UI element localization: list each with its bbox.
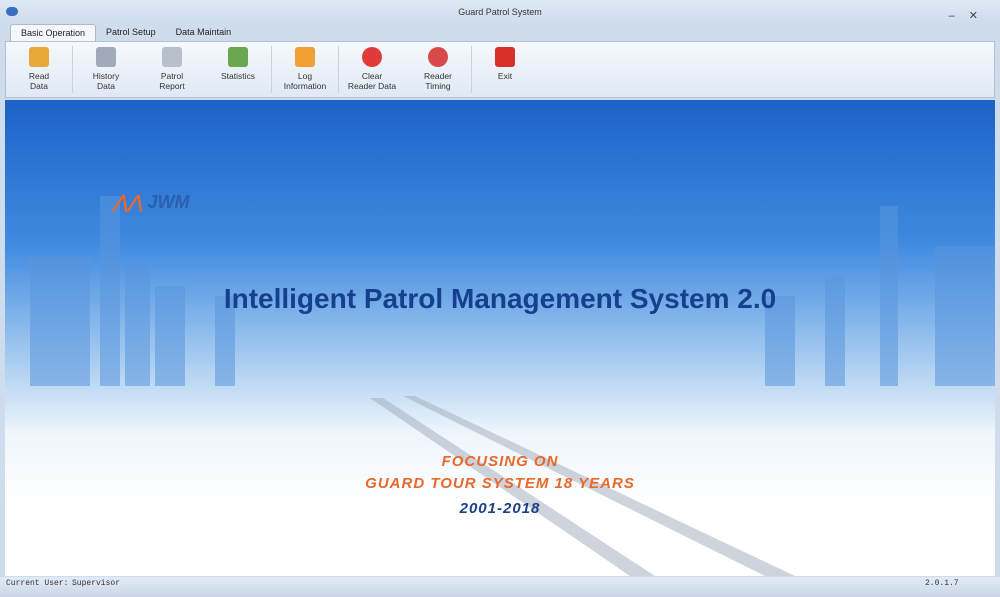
- tab-basic-operation[interactable]: Basic Operation: [10, 24, 97, 41]
- current-user: Supervisor: [72, 579, 121, 588]
- ribbon-button-label: Exit: [497, 71, 513, 81]
- ribbon-button-label: History Data: [92, 71, 120, 91]
- title-bar: Guard Patrol System –✕: [0, 0, 1000, 24]
- ribbon-button-clear-reader-data[interactable]: Clear Reader Data: [339, 42, 405, 97]
- version: 2.0.1.7: [925, 579, 959, 588]
- ribbon-button-patrol-report[interactable]: Patrol Report: [139, 42, 205, 97]
- ribbon-button-log-information[interactable]: Log Information: [272, 42, 338, 97]
- tagline-focusing: FOCUSING ON: [441, 453, 559, 470]
- welcome-banner: ⋀⋀ JWM Intelligent Patrol Management Sys…: [5, 100, 995, 576]
- power-icon: [495, 47, 515, 67]
- ribbon-toolbar: Read Data History Data Patrol Report Statis…: [5, 41, 995, 98]
- ribbon-button-label: Statistics: [220, 71, 255, 81]
- tagline-years: GUARD TOUR SYSTEM 18 YEARS: [365, 475, 635, 492]
- window-title: Guard Patrol System: [458, 7, 542, 17]
- app-icon[interactable]: [6, 7, 18, 16]
- ribbon-tabs: Basic Operation Patrol Setup Data Mainta…: [10, 24, 241, 41]
- ribbon-button-label: Patrol Report: [159, 71, 185, 91]
- close-button[interactable]: ✕: [969, 10, 992, 22]
- ribbon-button-read-data[interactable]: Read Data: [6, 42, 72, 97]
- tab-patrol-setup[interactable]: Patrol Setup: [96, 24, 166, 41]
- headline: Intelligent Patrol Management System 2.0: [223, 283, 777, 314]
- status-bar: Current User: Supervisor 2.0.1.7: [0, 577, 1000, 597]
- ribbon-button-label: Log Information: [283, 71, 327, 91]
- ribbon-button-history-data[interactable]: History Data: [73, 42, 139, 97]
- current-user-label: Current User:: [6, 579, 69, 588]
- clock-icon: [428, 47, 448, 67]
- ribbon-button-label: Read Data: [28, 71, 50, 91]
- tab-data-maintain[interactable]: Data Maintain: [166, 24, 242, 41]
- ribbon-button-exit[interactable]: Exit: [472, 42, 538, 97]
- clear-x-icon: [362, 47, 382, 67]
- ribbon-button-statistics[interactable]: Statistics: [205, 42, 271, 97]
- history-stopwatch-icon: [96, 47, 116, 67]
- ribbon-button-label: Clear Reader Data: [347, 71, 397, 91]
- year-range: 2001-2018: [459, 500, 541, 517]
- bar-chart-icon: [228, 47, 248, 67]
- log-icon: [295, 47, 315, 67]
- minimize-button[interactable]: –: [949, 10, 969, 22]
- jwm-logo: ⋀⋀ JWM: [113, 192, 190, 212]
- folder-gear-icon: [29, 47, 49, 67]
- report-icon: [162, 47, 182, 67]
- ribbon-button-label: Reader Timing: [424, 71, 452, 91]
- ribbon-button-reader-timing[interactable]: Reader Timing: [405, 42, 471, 97]
